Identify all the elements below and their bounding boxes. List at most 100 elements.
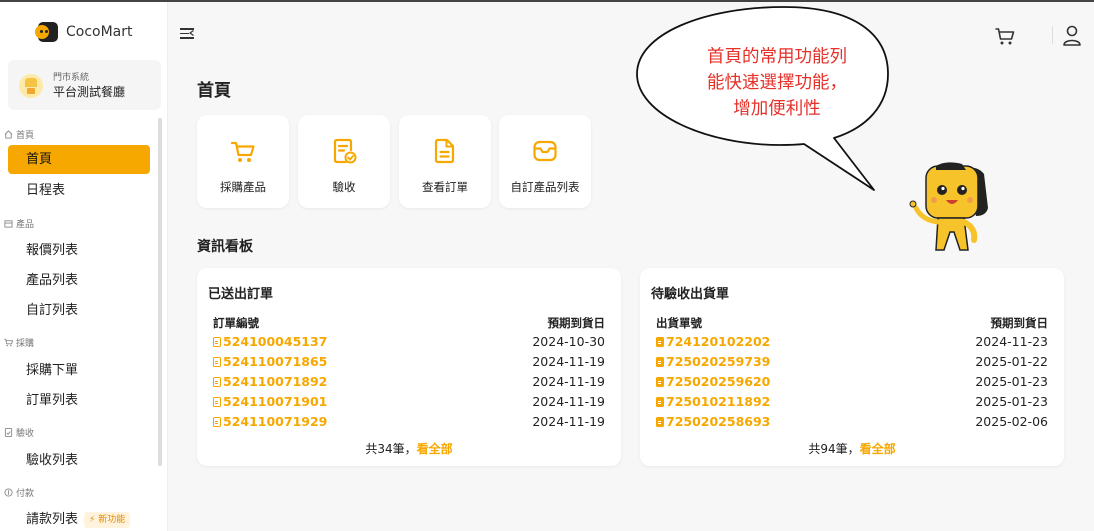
column-header-eta: 預期到貨日 bbox=[990, 316, 1049, 330]
sidebar-item-products[interactable]: 產品列表 bbox=[8, 266, 150, 295]
document-icon bbox=[213, 396, 221, 407]
eta-date: 2024-11-19 bbox=[532, 394, 605, 409]
eta-date: 2024-10-30 bbox=[532, 334, 605, 349]
table-row[interactable]: 725020259739 2025-01-22 bbox=[656, 354, 1048, 373]
shipment-id: 725020259739 bbox=[666, 354, 771, 369]
home-icon bbox=[4, 130, 13, 139]
total-count: 共34筆， bbox=[365, 442, 417, 456]
shipment-link[interactable]: 724120102202 bbox=[656, 334, 770, 349]
table-row[interactable]: 524110071901 2024-11-19 bbox=[213, 394, 605, 413]
sidebar-scrollbar[interactable] bbox=[158, 118, 162, 466]
quick-action-receiving[interactable]: 驗收 bbox=[298, 115, 390, 208]
document-icon bbox=[434, 138, 455, 164]
order-id: 524110071929 bbox=[223, 414, 328, 429]
document-icon bbox=[213, 376, 221, 387]
callout-line: 首頁的常用功能列 bbox=[707, 47, 847, 67]
quick-action-custom-products[interactable]: 自訂產品列表 bbox=[499, 115, 591, 208]
eta-date: 2024-11-23 bbox=[975, 334, 1048, 349]
bolt-icon: ⚡ bbox=[89, 515, 96, 525]
table-row[interactable]: 524110071865 2024-11-19 bbox=[213, 354, 605, 373]
table-row[interactable]: 524110071929 2024-11-19 bbox=[213, 414, 605, 433]
table-row[interactable]: 524100045137 2024-10-30 bbox=[213, 334, 605, 353]
sidebar-item-invoice-list[interactable]: 請款列表 ⚡ 新功能 bbox=[8, 505, 150, 531]
column-header-order-id: 訂單編號 bbox=[213, 316, 259, 330]
document-icon bbox=[656, 416, 664, 427]
order-link[interactable]: 524110071892 bbox=[213, 374, 327, 389]
cart-icon[interactable] bbox=[994, 26, 1016, 46]
order-link[interactable]: 524110071901 bbox=[213, 394, 327, 409]
order-id: 524110071901 bbox=[223, 394, 328, 409]
document-icon bbox=[213, 416, 221, 427]
table-row[interactable]: 725020258693 2025-02-06 bbox=[656, 414, 1048, 433]
eta-date: 2025-02-06 bbox=[975, 414, 1048, 429]
see-all-link[interactable]: 看全部 bbox=[860, 442, 896, 456]
document-icon bbox=[213, 336, 221, 347]
quick-action-view-orders[interactable]: 查看訂單 bbox=[399, 115, 491, 208]
callout-text: 首頁的常用功能列 能快速選擇功能， 增加便利性 bbox=[664, 44, 890, 122]
sidebar-item-purchase-order[interactable]: 採購下單 bbox=[8, 356, 150, 385]
sent-orders-card: 已送出訂單 訂單編號 預期到貨日 524100045137 2024-10-30… bbox=[197, 268, 621, 466]
order-link[interactable]: 524110071929 bbox=[213, 414, 327, 429]
shipment-link[interactable]: 725010211892 bbox=[656, 394, 770, 409]
sidebar-item-receiving-list[interactable]: 驗收列表 bbox=[8, 446, 150, 475]
sidebar-item-label: 請款列表 bbox=[26, 512, 79, 527]
sidebar-item-quotes[interactable]: 報價列表 bbox=[8, 236, 150, 265]
eta-date: 2024-11-19 bbox=[532, 354, 605, 369]
sidebar-item-home[interactable]: 首頁 bbox=[8, 145, 150, 174]
document-icon bbox=[656, 336, 664, 347]
document-icon bbox=[656, 356, 664, 367]
pending-receipts-card: 待驗收出貨單 出貨單號 預期到貨日 724120102202 2024-11-2… bbox=[640, 268, 1064, 466]
quick-action-purchase[interactable]: 採購產品 bbox=[197, 115, 289, 208]
section-home: 首頁 bbox=[4, 128, 34, 141]
shipment-id: 724120102202 bbox=[666, 334, 771, 349]
eta-date: 2025-01-23 bbox=[975, 374, 1048, 389]
document-icon bbox=[656, 376, 664, 387]
sidebar-item-custom-list[interactable]: 自訂列表 bbox=[8, 296, 150, 325]
section-purchasing: 採購 bbox=[4, 336, 34, 349]
store-system-label: 門市系統 bbox=[53, 73, 90, 83]
check-document-icon bbox=[333, 138, 357, 164]
shipment-id: 725020258693 bbox=[666, 414, 771, 429]
shipment-link[interactable]: 725020259620 bbox=[656, 374, 770, 389]
order-link[interactable]: 524100045137 bbox=[213, 334, 327, 349]
user-icon[interactable] bbox=[1062, 24, 1082, 46]
shipment-link[interactable]: 725020258693 bbox=[656, 414, 770, 429]
eta-date: 2025-01-22 bbox=[975, 354, 1048, 369]
order-link[interactable]: 524110071865 bbox=[213, 354, 327, 369]
quick-action-label: 採購產品 bbox=[220, 180, 266, 194]
shipment-link[interactable]: 725020259739 bbox=[656, 354, 770, 369]
sidebar-item-order-list[interactable]: 訂單列表 bbox=[8, 386, 150, 415]
section-label: 產品 bbox=[16, 220, 35, 230]
see-all-link[interactable]: 看全部 bbox=[417, 442, 453, 456]
store-name: 平台測試餐廳 bbox=[53, 85, 126, 99]
section-products: 產品 bbox=[4, 217, 34, 230]
store-switcher[interactable]: 門市系統 平台測試餐廳 bbox=[8, 60, 161, 110]
document-icon bbox=[656, 396, 664, 407]
box-icon bbox=[4, 220, 13, 228]
callout-line: 增加便利性 bbox=[733, 99, 821, 119]
top-header bbox=[168, 2, 1094, 52]
column-header-shipment-id: 出貨單號 bbox=[656, 316, 702, 330]
shipment-id: 725020259620 bbox=[666, 374, 771, 389]
table-row[interactable]: 725020259620 2025-01-23 bbox=[656, 374, 1048, 393]
eta-date: 2024-11-19 bbox=[532, 374, 605, 389]
eta-date: 2025-01-23 bbox=[975, 394, 1048, 409]
card-title: 已送出訂單 bbox=[208, 287, 274, 302]
order-id: 524110071865 bbox=[223, 354, 328, 369]
sidebar-item-schedule[interactable]: 日程表 bbox=[8, 176, 150, 205]
inbox-icon bbox=[533, 140, 557, 162]
check-document-icon bbox=[4, 428, 13, 437]
coin-icon bbox=[4, 488, 13, 497]
brand[interactable]: CocoMart bbox=[35, 22, 133, 42]
table-row[interactable]: 724120102202 2024-11-23 bbox=[656, 334, 1048, 353]
collapse-menu-icon[interactable] bbox=[180, 27, 194, 39]
order-id: 524110071892 bbox=[223, 374, 328, 389]
total-count: 共94筆， bbox=[808, 442, 860, 456]
table-row[interactable]: 725010211892 2025-01-23 bbox=[656, 394, 1048, 413]
cart-icon bbox=[4, 338, 13, 347]
brand-name: CocoMart bbox=[66, 24, 133, 40]
callout-line: 能快速選擇功能， bbox=[707, 73, 847, 93]
table-row[interactable]: 524110071892 2024-11-19 bbox=[213, 374, 605, 393]
mascot-character-icon bbox=[909, 162, 988, 251]
order-id: 524100045137 bbox=[223, 334, 328, 349]
